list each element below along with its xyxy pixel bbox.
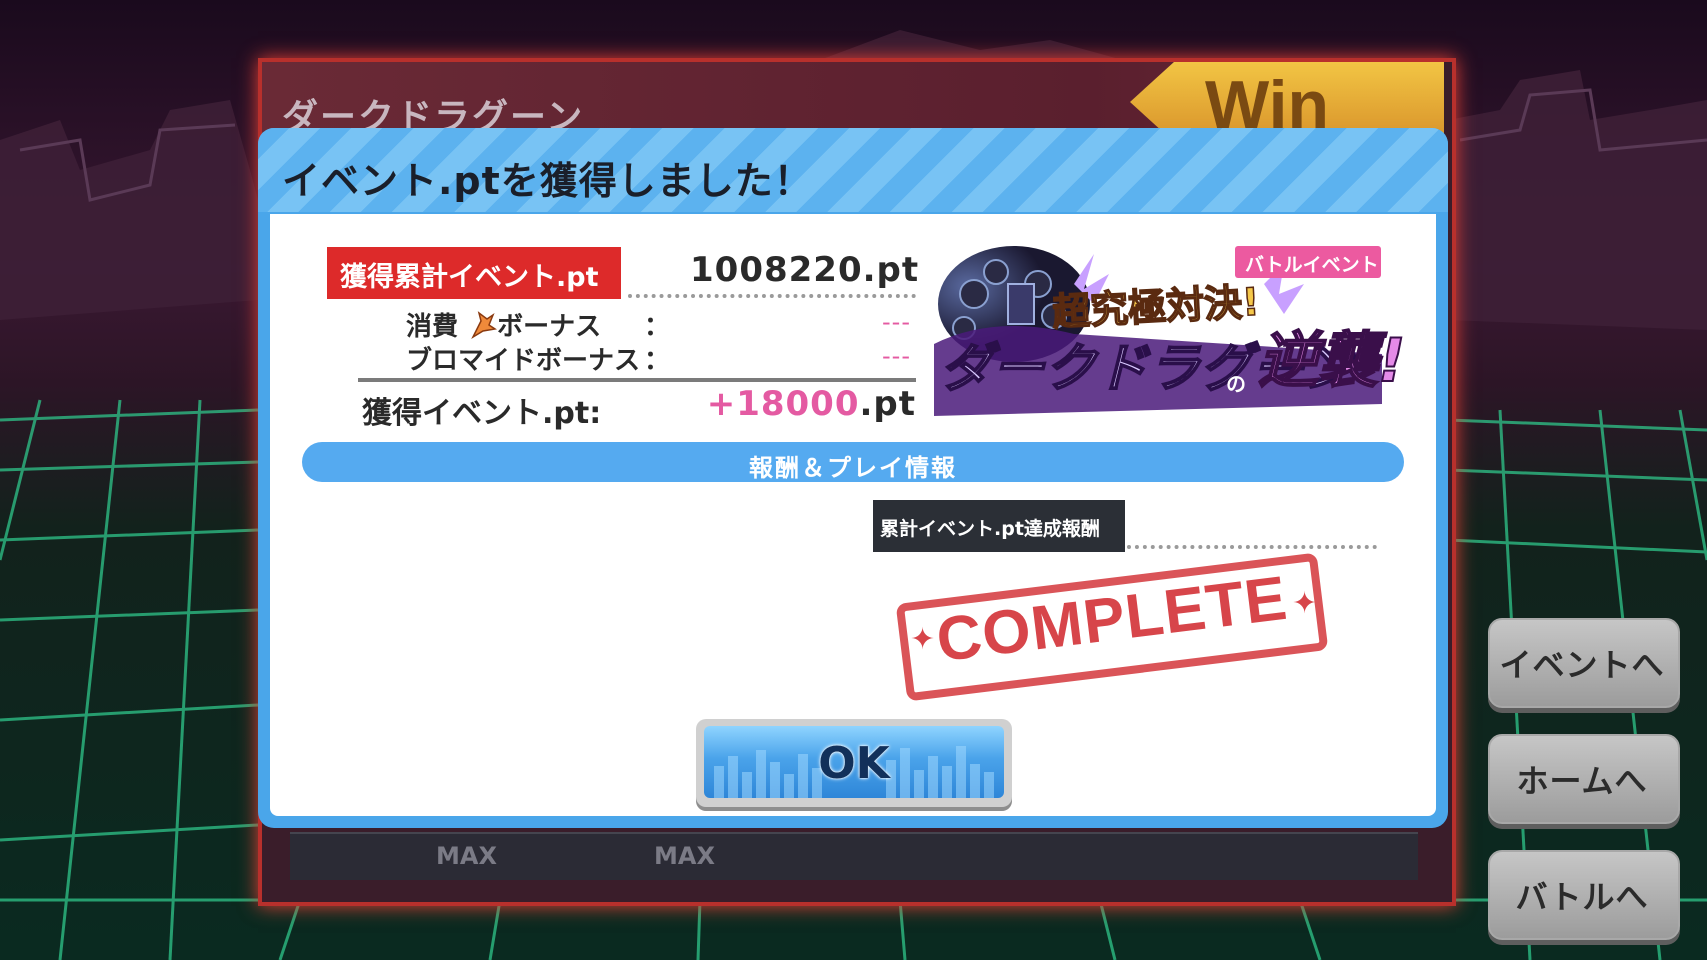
battle-event-tag-text: バトルイベント	[1245, 254, 1379, 276]
total-event-pt-label: 獲得累計イベント.pt	[340, 262, 599, 293]
earned-event-pt-number: +18000	[706, 384, 860, 424]
earned-event-pt-unit: .pt	[859, 384, 916, 424]
bromide-bonus-label: ブロマイドボーナス	[406, 346, 641, 376]
consumption-bonus-colon: ：	[644, 312, 671, 342]
bromide-bonus-colon: ：	[644, 346, 671, 376]
total-event-pt-value: 1008220.pt	[690, 250, 920, 290]
flame-icon	[467, 311, 498, 339]
earned-event-pt-value: +18000.pt	[700, 384, 916, 424]
event-banner-title-end: 逆襲!	[1257, 325, 1406, 397]
event-banner-title-particle: の	[1226, 372, 1246, 396]
consumption-bonus-value: ---	[882, 308, 911, 336]
consumption-bonus-label-prefix: 消費	[406, 312, 468, 342]
dotted-leader	[628, 294, 916, 298]
reward-info-section-title: 報酬＆プレイ情報	[749, 454, 957, 482]
ok-button-label[interactable]: OK	[704, 738, 1004, 789]
go-to-battle-label[interactable]: バトルへ	[1488, 872, 1676, 918]
cumulative-reward-label: 累計イベント.pt達成報酬	[880, 518, 1100, 540]
max-label-1: MAX	[436, 842, 497, 870]
go-to-home-label[interactable]: ホームへ	[1488, 756, 1676, 802]
stamp-sparkle-icon: ✦	[1292, 586, 1318, 621]
reward-dotted-leader	[1127, 545, 1377, 549]
earned-event-pt-label: 獲得イベント.pt:	[362, 396, 602, 431]
consumption-bonus-label-suffix: ボーナス	[497, 312, 602, 342]
consumption-bonus-label: 消費 ボーナス	[406, 306, 601, 343]
dialog-title: イベント.ptを獲得しました！	[282, 159, 813, 203]
max-label-2: MAX	[654, 842, 715, 870]
go-to-event-label[interactable]: イベントへ	[1488, 640, 1676, 686]
row-divider	[358, 378, 916, 382]
bromide-bonus-value: ---	[882, 342, 911, 370]
stamp-sparkle-icon: ✦	[910, 622, 936, 657]
